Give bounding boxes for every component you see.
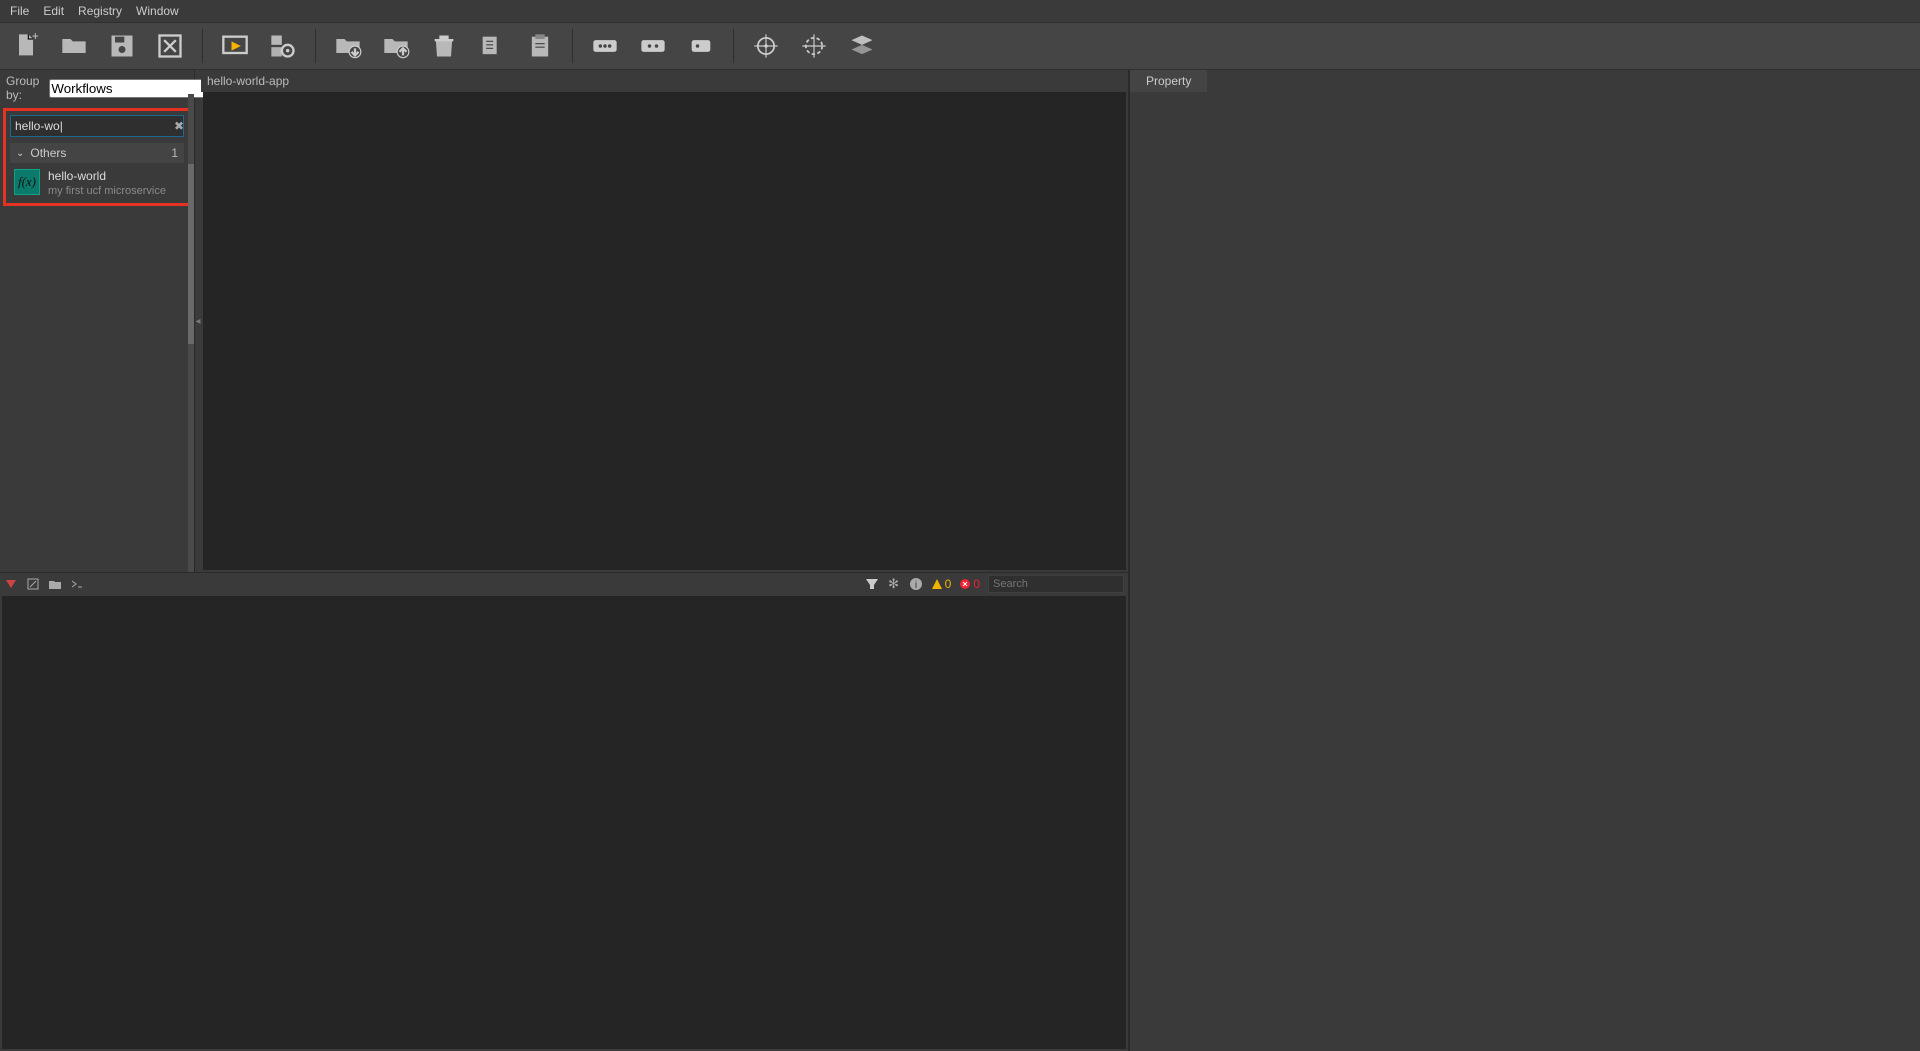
property-tab[interactable]: Property [1130,70,1207,92]
new-file-button[interactable]: + [8,28,44,64]
dots-2-button[interactable] [635,28,671,64]
copy-button[interactable] [474,28,510,64]
log-toolbar: ✻ i 0 0 [0,572,1128,594]
open-log-folder-icon[interactable] [48,577,62,591]
dots-3-button[interactable] [587,28,623,64]
group-by-label: Group by: [6,74,39,102]
info-icon[interactable]: i [909,577,923,591]
sidebar-scrollbar[interactable] [188,94,194,572]
log-search-input[interactable] [988,575,1124,593]
paste-button[interactable] [522,28,558,64]
canvas[interactable] [203,92,1126,570]
open-folder-button[interactable] [56,28,92,64]
dot-1-button[interactable] [683,28,719,64]
import-button[interactable] [330,28,366,64]
settings-gear-button[interactable] [265,28,301,64]
function-icon: f(x) [14,169,40,195]
property-body [1130,92,1920,1051]
menu-edit[interactable]: Edit [43,4,64,18]
menu-bar: File Edit Registry Window [0,0,1920,22]
filter-icon[interactable] [865,577,879,591]
save-button[interactable] [104,28,140,64]
canvas-tab[interactable]: hello-world-app [207,74,289,88]
edit-log-icon[interactable] [26,577,40,591]
category-header[interactable]: ⌄ Others 1 [10,143,184,163]
search-result-item[interactable]: f(x) hello-world my first ucf microservi… [10,163,184,199]
scrollbar-thumb[interactable] [188,164,194,344]
svg-text:+: + [32,32,39,43]
menu-window[interactable]: Window [136,4,179,18]
run-button[interactable] [217,28,253,64]
search-panel-highlighted: ✖ ⌄ Others 1 f(x) hello-world my first u… [3,108,191,206]
log-terminal-icon[interactable] [70,577,84,591]
close-button[interactable] [152,28,188,64]
result-name: hello-world [48,169,166,183]
export-button[interactable] [378,28,414,64]
chevron-down-icon: ⌄ [16,148,24,159]
clear-log-icon[interactable] [4,577,18,591]
layers-button[interactable] [844,28,880,64]
delete-button[interactable] [426,28,462,64]
search-input[interactable] [11,116,174,136]
warning-count[interactable]: 0 [931,577,952,591]
toolbar: + [0,22,1920,70]
category-name: Others [30,146,66,160]
property-panel: Property [1128,70,1920,1051]
splitter-grip-icon: ◂ [195,316,200,327]
clear-search-icon[interactable]: ✖ [174,119,184,133]
target-button[interactable] [748,28,784,64]
menu-registry[interactable]: Registry [78,4,122,18]
svg-text:i: i [915,580,917,591]
menu-file[interactable]: File [10,4,29,18]
snowflake-icon[interactable]: ✻ [887,577,901,591]
category-count: 1 [171,146,178,160]
error-count[interactable]: 0 [959,577,980,591]
result-description: my first ucf microservice [48,185,166,197]
console-output[interactable] [2,596,1126,1049]
sidebar: Group by: ▼ ✖ ⌄ Others 1 [0,70,195,572]
target-dashed-button[interactable] [796,28,832,64]
